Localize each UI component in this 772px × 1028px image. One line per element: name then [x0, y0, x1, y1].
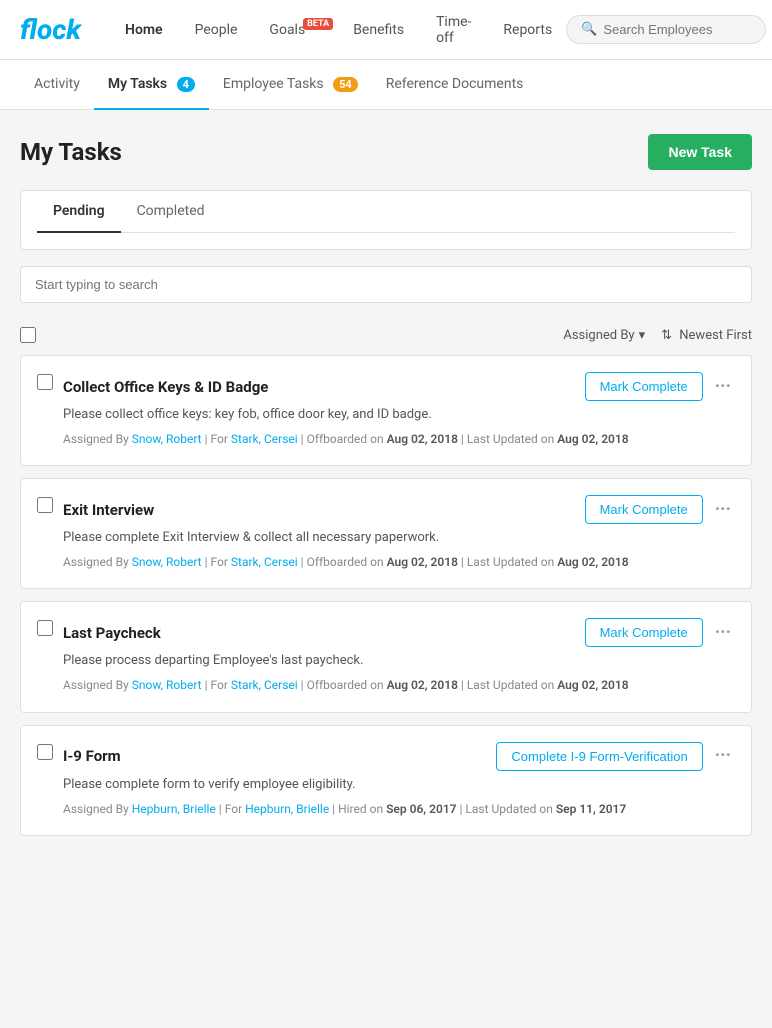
task-meta: Assigned By Snow, Robert | For Stark, Ce…: [63, 676, 735, 695]
assigned-by-link[interactable]: Snow, Robert: [132, 555, 202, 569]
logo[interactable]: flock: [20, 13, 81, 46]
task-top: Last Paycheck Mark Complete ··· Please p…: [37, 618, 735, 695]
task-card: Collect Office Keys & ID Badge Mark Comp…: [20, 355, 752, 466]
task-actions: Complete I-9 Form-Verification ···: [496, 742, 735, 771]
for-link[interactable]: Hepburn, Brielle: [245, 802, 329, 816]
task-title-row: Collect Office Keys & ID Badge Mark Comp…: [63, 372, 735, 401]
for-link[interactable]: Stark, Cersei: [231, 678, 298, 692]
task-content: Collect Office Keys & ID Badge Mark Comp…: [63, 372, 735, 449]
my-tasks-badge: 4: [177, 77, 195, 92]
subtab-completed[interactable]: Completed: [121, 191, 221, 233]
select-all-checkbox[interactable]: [20, 327, 36, 343]
task-description: Please complete Exit Interview & collect…: [63, 530, 735, 545]
task-content: Exit Interview Mark Complete ··· Please …: [63, 495, 735, 572]
task-description: Please process departing Employee's last…: [63, 653, 735, 668]
sort-controls: Assigned By ▾ ⇅ Newest First: [563, 328, 752, 343]
employee-tasks-badge: 54: [333, 77, 358, 92]
tab-activity[interactable]: Activity: [20, 60, 94, 110]
search-box[interactable]: 🔍: [566, 15, 766, 44]
tab-reference-documents[interactable]: Reference Documents: [372, 60, 538, 110]
subtabs: Pending Completed: [37, 191, 735, 233]
assigned-by-link[interactable]: Snow, Robert: [132, 432, 202, 446]
for-link[interactable]: Stark, Cersei: [231, 432, 298, 446]
task-card: I-9 Form Complete I-9 Form-Verification …: [20, 725, 752, 836]
task-meta: Assigned By Snow, Robert | For Stark, Ce…: [63, 430, 735, 449]
chevron-down-icon: ▾: [639, 328, 646, 343]
nav-item-benefits[interactable]: Benefits: [339, 14, 418, 46]
tab-my-tasks[interactable]: My Tasks 4: [94, 60, 209, 110]
task-description: Please collect office keys: key fob, off…: [63, 407, 735, 422]
task-card: Last Paycheck Mark Complete ··· Please p…: [20, 601, 752, 712]
task-top: I-9 Form Complete I-9 Form-Verification …: [37, 742, 735, 819]
task-checkbox[interactable]: [37, 744, 53, 760]
task-meta: Assigned By Snow, Robert | For Stark, Ce…: [63, 553, 735, 572]
more-options-button[interactable]: ···: [711, 374, 735, 400]
nav-item-people[interactable]: People: [181, 14, 252, 46]
task-actions: Mark Complete ···: [585, 372, 735, 401]
search-input[interactable]: [603, 22, 751, 37]
page-title: My Tasks: [20, 138, 122, 166]
assigned-by-filter[interactable]: Assigned By ▾: [563, 328, 645, 343]
assigned-by-link[interactable]: Snow, Robert: [132, 678, 202, 692]
task-checkbox[interactable]: [37, 497, 53, 513]
task-card: Exit Interview Mark Complete ··· Please …: [20, 478, 752, 589]
more-options-button[interactable]: ···: [711, 620, 735, 646]
task-checkbox[interactable]: [37, 620, 53, 636]
tabs-bar: Activity My Tasks 4 Employee Tasks 54 Re…: [0, 60, 772, 110]
nav-item-timeoff[interactable]: Time-off: [422, 6, 485, 54]
more-options-button[interactable]: ···: [711, 497, 735, 523]
task-top: Collect Office Keys & ID Badge Mark Comp…: [37, 372, 735, 449]
task-checkbox[interactable]: [37, 374, 53, 390]
nav-links: Home People Goals BETA Benefits Time-off…: [111, 6, 566, 54]
task-search-input[interactable]: [20, 266, 752, 303]
task-title-row: I-9 Form Complete I-9 Form-Verification …: [63, 742, 735, 771]
task-content: Last Paycheck Mark Complete ··· Please p…: [63, 618, 735, 695]
for-link[interactable]: Stark, Cersei: [231, 555, 298, 569]
subtab-pending[interactable]: Pending: [37, 191, 121, 233]
tab-employee-tasks[interactable]: Employee Tasks 54: [209, 60, 372, 110]
mark-complete-button[interactable]: Mark Complete: [585, 372, 703, 401]
task-title: Collect Office Keys & ID Badge: [63, 378, 268, 396]
task-title: Exit Interview: [63, 501, 154, 519]
more-options-button[interactable]: ···: [711, 743, 735, 769]
task-list-header: Assigned By ▾ ⇅ Newest First: [20, 319, 752, 351]
task-title-row: Last Paycheck Mark Complete ···: [63, 618, 735, 647]
sort-icon: ⇅: [661, 328, 672, 343]
task-description: Please complete form to verify employee …: [63, 777, 735, 792]
nav-item-reports[interactable]: Reports: [489, 14, 566, 46]
search-icon: 🔍: [581, 22, 597, 37]
subtabs-container: Pending Completed: [20, 190, 752, 250]
complete-i9-button[interactable]: Complete I-9 Form-Verification: [496, 742, 702, 771]
new-task-button[interactable]: New Task: [648, 134, 752, 170]
main-content: My Tasks New Task Pending Completed Assi…: [0, 110, 772, 1017]
task-meta: Assigned By Hepburn, Brielle | For Hepbu…: [63, 800, 735, 819]
sort-order[interactable]: ⇅ Newest First: [661, 328, 752, 343]
page-header: My Tasks New Task: [20, 134, 752, 170]
task-title-row: Exit Interview Mark Complete ···: [63, 495, 735, 524]
nav-item-goals[interactable]: Goals BETA: [255, 14, 335, 46]
top-navigation: flock Home People Goals BETA Benefits Ti…: [0, 0, 772, 60]
task-content: I-9 Form Complete I-9 Form-Verification …: [63, 742, 735, 819]
task-top: Exit Interview Mark Complete ··· Please …: [37, 495, 735, 572]
nav-item-home[interactable]: Home: [111, 14, 177, 46]
task-actions: Mark Complete ···: [585, 618, 735, 647]
assigned-by-link[interactable]: Hepburn, Brielle: [132, 802, 216, 816]
task-title: I-9 Form: [63, 747, 121, 765]
mark-complete-button[interactable]: Mark Complete: [585, 495, 703, 524]
nav-right: 🔍 🔔 4 ? Robert ▾: [566, 14, 772, 46]
task-title: Last Paycheck: [63, 624, 161, 642]
mark-complete-button[interactable]: Mark Complete: [585, 618, 703, 647]
task-actions: Mark Complete ···: [585, 495, 735, 524]
